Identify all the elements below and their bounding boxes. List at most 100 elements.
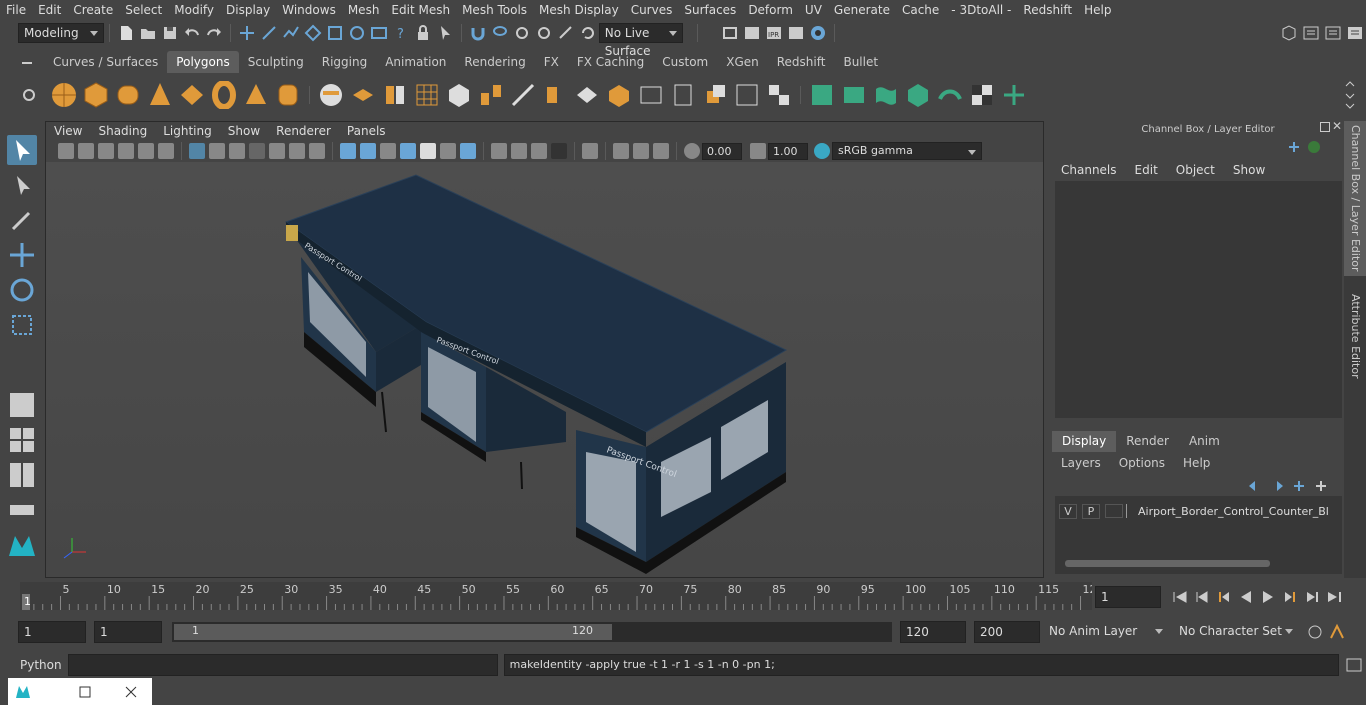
snap-curve-icon[interactable] (326, 24, 344, 42)
four-view-icon[interactable] (7, 425, 37, 455)
tab-render[interactable]: Render (1116, 431, 1179, 452)
grid-toggle-icon[interactable] (189, 143, 205, 159)
tab-bullet[interactable]: Bullet (834, 51, 887, 73)
maximize-window-icon[interactable] (76, 683, 94, 701)
cb-menu-object[interactable]: Object (1167, 160, 1224, 180)
combine-icon[interactable] (317, 81, 345, 109)
layer-name[interactable]: Airport_Border_Control_Counter_Blue (1138, 505, 1328, 518)
side-tab-channel-box[interactable]: Channel Box / Layer Editor (1344, 121, 1366, 276)
vp-menu-shading[interactable]: Shading (90, 122, 155, 140)
tab-fx-caching[interactable]: FX Caching (568, 51, 653, 73)
fill-hole-icon[interactable] (541, 81, 569, 109)
snap-live-icon[interactable] (535, 24, 553, 42)
graph-layout-icon[interactable] (7, 495, 37, 525)
poly-sphere-icon[interactable] (50, 81, 78, 109)
bridge-icon[interactable] (477, 81, 505, 109)
auto-map-icon[interactable] (936, 81, 964, 109)
unfold-icon[interactable] (1000, 81, 1028, 109)
motion-blur-icon[interactable] (511, 143, 527, 159)
menu-redshift[interactable]: Redshift (1017, 0, 1078, 20)
menu-mesh[interactable]: Mesh (342, 0, 386, 20)
menu-file[interactable]: File (0, 0, 32, 20)
tab-fx[interactable]: FX (535, 51, 568, 73)
tab-custom[interactable]: Custom (653, 51, 717, 73)
step-forward-key-icon[interactable] (1303, 588, 1321, 606)
step-forward-frame-icon[interactable] (1281, 588, 1299, 606)
gamma-icon[interactable] (750, 143, 766, 159)
playback-start-field[interactable]: 1 (94, 621, 162, 643)
multi-cut-icon[interactable] (637, 81, 665, 109)
vp-menu-view[interactable]: View (46, 122, 90, 140)
isolate-select-icon[interactable] (582, 143, 598, 159)
use-all-lights-icon[interactable] (440, 143, 456, 159)
poly-plane-icon[interactable] (178, 81, 206, 109)
save-scene-icon[interactable] (161, 24, 179, 42)
layer-menu-options[interactable]: Options (1110, 455, 1174, 471)
workspace-icon[interactable] (1280, 24, 1298, 42)
xray-icon[interactable] (613, 143, 629, 159)
channel-lock-icon[interactable] (1308, 141, 1320, 153)
redo-icon[interactable] (205, 24, 223, 42)
vp-menu-lighting[interactable]: Lighting (155, 122, 220, 140)
layer-menu-help[interactable]: Help (1174, 455, 1219, 471)
step-back-key-icon[interactable] (1193, 588, 1211, 606)
use-default-material-icon[interactable] (380, 143, 396, 159)
smooth-icon[interactable] (413, 81, 441, 109)
extract-icon[interactable] (381, 81, 409, 109)
textured-icon[interactable] (420, 143, 436, 159)
2d-pan-zoom-icon[interactable] (158, 143, 174, 159)
3dtoall-logo-icon[interactable] (7, 530, 37, 560)
start-time-field[interactable]: 1 (18, 621, 86, 643)
channel-list[interactable] (1055, 181, 1342, 418)
tab-display[interactable]: Display (1052, 431, 1117, 452)
menu-cache[interactable]: Cache (896, 0, 945, 20)
channel-box-toggle-icon[interactable] (1346, 24, 1364, 42)
range-slider-handle[interactable] (174, 624, 612, 640)
step-back-frame-icon[interactable] (1215, 588, 1233, 606)
gamma-field[interactable]: 1.00 (768, 142, 808, 160)
mode-dropdown[interactable]: Modeling (18, 22, 105, 43)
field-chart-icon[interactable] (269, 143, 285, 159)
vp-menu-renderer[interactable]: Renderer (268, 122, 339, 140)
maya-app-icon[interactable] (14, 683, 32, 701)
lasso-tool-icon[interactable] (7, 170, 37, 200)
help-icon[interactable]: ? (392, 24, 410, 42)
paint-select-icon[interactable] (7, 205, 37, 235)
smooth-shade-icon[interactable] (360, 143, 376, 159)
close-panel-icon[interactable]: ✕ (1332, 119, 1342, 133)
hypershade-icon[interactable] (809, 24, 827, 42)
go-to-end-icon[interactable] (1325, 588, 1343, 606)
menu-windows[interactable]: Windows (276, 0, 342, 20)
wireframe-icon[interactable] (340, 143, 356, 159)
menu-edit-mesh[interactable]: Edit Mesh (385, 0, 456, 20)
exposure-field[interactable]: 0.00 (702, 142, 742, 160)
move-layer-down-icon[interactable] (1268, 477, 1286, 495)
menu-mesh-tools[interactable]: Mesh Tools (456, 0, 533, 20)
layer-color-swatch[interactable] (1105, 504, 1123, 518)
ipr-render-icon[interactable]: IPR (765, 24, 783, 42)
cylindrical-map-icon[interactable] (872, 81, 900, 109)
wireframe-on-shaded-icon[interactable] (400, 143, 416, 159)
side-tab-attribute-editor[interactable]: Attribute Editor (1344, 286, 1366, 386)
anim-prefs-icon[interactable] (1328, 623, 1346, 641)
new-layer-selected-icon[interactable] (1312, 477, 1330, 495)
select-tool-mode-icon[interactable] (436, 24, 454, 42)
rotate-tool-icon[interactable] (7, 275, 37, 305)
end-time-field[interactable]: 200 (974, 621, 1040, 643)
scene-view[interactable]: Passport Control Passport Control Passpo… (46, 162, 1043, 611)
render-view-icon[interactable] (721, 24, 739, 42)
menu-modify[interactable]: Modify (168, 0, 220, 20)
select-by-component-icon[interactable] (282, 24, 300, 42)
tab-rendering[interactable]: Rendering (455, 51, 534, 73)
tab-animation[interactable]: Animation (376, 51, 455, 73)
tab-curves-surfaces[interactable]: Curves / Surfaces (44, 51, 167, 73)
camera-attributes-icon[interactable] (78, 143, 94, 159)
menu-display[interactable]: Display (220, 0, 276, 20)
new-layer-icon[interactable] (1290, 477, 1308, 495)
anti-aliasing-icon[interactable] (531, 143, 547, 159)
scale-tool-icon[interactable] (7, 310, 37, 340)
xray-joints-icon[interactable] (653, 143, 669, 159)
cb-menu-show[interactable]: Show (1224, 160, 1274, 180)
xray-active-icon[interactable] (633, 143, 649, 159)
undo-icon[interactable] (183, 24, 201, 42)
